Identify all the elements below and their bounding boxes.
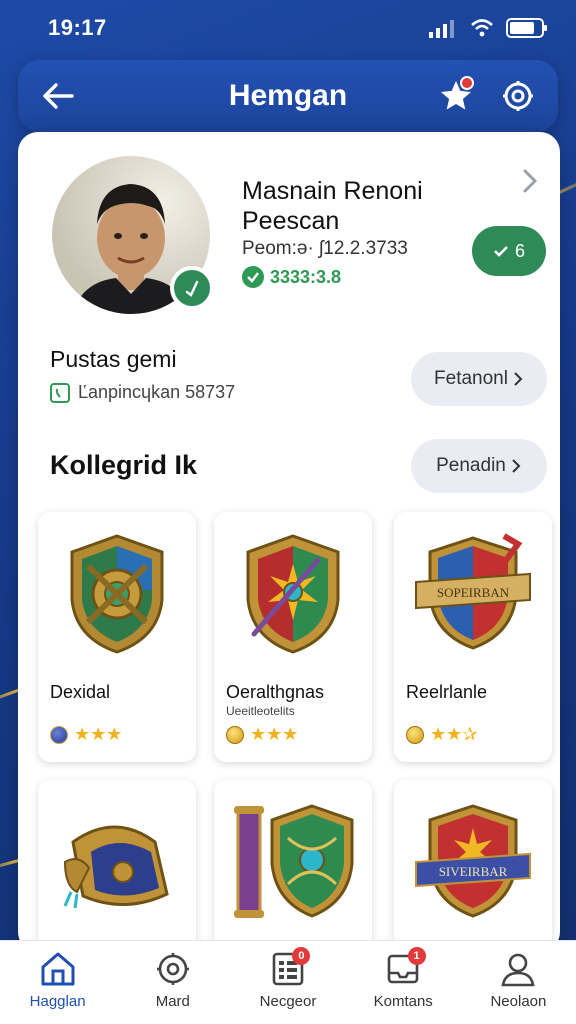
chevron-right-icon [514,372,523,386]
status-title: Pustas gemi [50,346,177,372]
back-arrow-icon [43,83,74,109]
tab-label: Mard [155,993,190,1010]
collection-item[interactable]: SIVEIRBAR [394,780,552,952]
profile-name: Masnain Renoni Peescan [242,177,423,235]
chevron-right-icon [523,169,538,193]
collection-item[interactable]: Oeralthgnas Ueeitleotelits ★★★ [214,512,372,762]
profile-card: Masnain Renoni Peescan Peom:ə· ʃ12.2.373… [18,132,560,952]
collection-item[interactable] [38,780,196,952]
signal-icon [429,20,454,38]
coin-icon [406,725,424,744]
status-subtitle: Ľanpincɥkan 58737 [50,382,235,403]
item-stars: ★★★ [74,724,123,744]
verified-value: 3333:3.8 [270,266,342,287]
level-value: 6 [514,240,525,261]
notification-dot [460,76,474,90]
back-button[interactable] [40,78,76,114]
compass-shield-icon [52,524,182,664]
app-header: Hemgan [18,60,558,132]
item-rating: ★★★ [50,724,122,745]
status-subtitle-text: Ľanpincɥkan 58737 [78,382,236,402]
profile-id: Peom:ə· ʃ12.2.3733 [242,238,408,259]
page-title: Hemgan [228,79,348,112]
status-action-button[interactable]: Fetanonl [411,352,547,406]
item-sub: Ueeitleotelits [226,704,295,718]
gear-flower-icon [156,953,189,985]
profile-chevron-button[interactable] [520,168,540,199]
collection-action-button[interactable]: Penadin [411,439,547,493]
avatar-wrap [52,156,214,314]
collection-item[interactable]: SOPEIRBAN Reelrlanle ★★✰ [394,512,552,762]
tab-home[interactable]: Hagglan [0,941,115,1024]
scroll-shield-icon [228,792,358,932]
wifi-icon [471,19,493,37]
check-small-icon [494,246,508,257]
tab-label: Hagglan [29,993,86,1010]
gear-icon [503,81,533,111]
gem-icon [50,725,68,744]
coin-icon [226,725,244,744]
notification-badge: 1 [407,947,426,965]
tab-komtans[interactable]: 1 Komtans [346,941,461,1024]
home-icon [41,952,75,986]
item-stars: ★★★ [250,724,299,744]
item-stars: ★★✰ [430,724,478,744]
chevron-right-icon [512,459,521,473]
favorites-button[interactable] [436,76,476,116]
collection-action-label: Penadin [436,455,506,476]
collection-title: Kollegrid Ik [50,450,198,480]
phone-icon [50,382,70,403]
item-name: Dexidal [50,682,111,702]
tab-neolaon[interactable]: Neolaon [461,941,576,1024]
bottom-tab-bar: Hagglan Mard 0 Necgeor 1 Komtans Neolaon [0,940,576,1024]
tab-label: Necgeor [259,993,317,1010]
banner-text: SIVEIRBAR [439,864,508,879]
item-rating: ★★★ [226,724,298,745]
edit-badge[interactable] [170,266,214,310]
check-mark-icon [185,280,199,297]
tab-label: Komtans [373,993,433,1010]
collection-item[interactable] [214,780,372,952]
collection-item[interactable]: Dexidal ★★★ [38,512,196,762]
banner-shield-icon: SOPEIRBAN [408,524,538,664]
item-rating: ★★✰ [406,724,477,745]
tab-label: Neolaon [490,993,547,1010]
profile-verified: 3333:3.8 [242,266,341,288]
battery-icon [506,18,547,38]
notification-badge: 0 [292,947,311,965]
settings-button[interactable] [498,76,538,116]
status-action-label: Fetanonl [434,368,508,389]
tab-necgeor[interactable]: 0 Necgeor [230,941,345,1024]
banner-text: SOPEIRBAN [437,585,510,600]
user-icon [501,953,535,987]
sun-shield-icon [228,524,358,664]
level-button[interactable]: 6 [472,226,546,276]
status-bar: 19:17 [0,0,576,56]
item-name: Reelrlanle [406,682,488,702]
status-time: 19:17 [48,15,107,40]
tab-mard[interactable]: Mard [115,941,230,1024]
red-banner-shield-icon: SIVEIRBAR [408,792,538,932]
bracer-icon [52,792,182,932]
item-name: Oeralthgnas [226,682,325,702]
status-icons [428,17,548,39]
verified-check-icon [242,266,264,288]
